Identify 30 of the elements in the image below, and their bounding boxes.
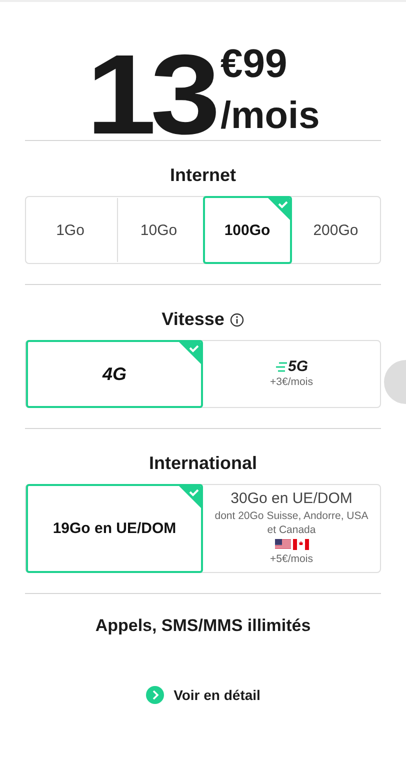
option-card[interactable]: 30Go en UE/DOM dont 20Go Suisse, Andorre, USA et Canada +5€/mois — [203, 484, 380, 573]
option-card[interactable]: 19Go en UE/DOM — [26, 484, 203, 573]
chevron-icon — [146, 686, 164, 704]
section-title: International — [148, 453, 257, 474]
option-card[interactable]: 5G +3€/mois — [203, 340, 380, 408]
option-label: 100Go — [224, 222, 270, 238]
option-label: 30Go en UE/DOM — [230, 490, 352, 507]
info-icon[interactable] — [230, 312, 244, 326]
option-detail: dont 20Go Suisse, Andorre, USA et Canada — [214, 509, 370, 538]
option-label: 4G — [102, 364, 126, 384]
section-title: Internet — [170, 165, 236, 186]
option-card[interactable]: 4G — [26, 340, 203, 408]
section-title: Vitesse — [162, 309, 224, 330]
option-card[interactable]: 10Go — [114, 196, 203, 264]
option-label: 1Go — [56, 222, 84, 238]
option-card[interactable]: 200Go — [292, 196, 380, 264]
option-label: 19Go en UE/DOM — [52, 520, 176, 537]
option-label: 10Go — [140, 222, 178, 238]
option-card[interactable]: 100Go — [203, 196, 292, 264]
option-card[interactable]: 1Go — [26, 196, 114, 264]
price-cents: €99 — [220, 42, 288, 86]
price-amount: 13 — [86, 38, 214, 152]
price-period: /mois — [220, 96, 320, 138]
option-price: +3€/mois — [270, 375, 313, 390]
option-price: +5€/mois — [270, 552, 313, 567]
details-link[interactable]: Voir en détail — [146, 686, 260, 704]
option-label: 200Go — [313, 222, 358, 238]
included-text: Appels, SMS/MMS illimités — [94, 614, 312, 636]
network-label: 5G — [288, 358, 308, 376]
canada-flag-icon — [292, 539, 308, 550]
